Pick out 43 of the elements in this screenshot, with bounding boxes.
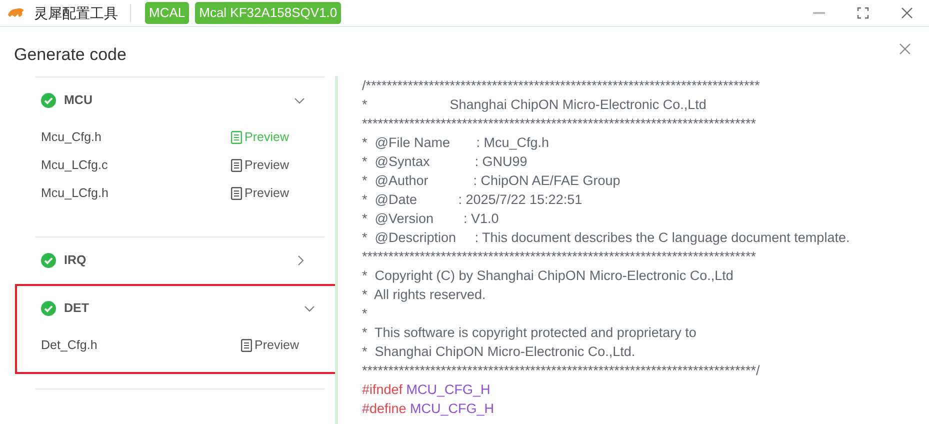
code-line: *************************************************************************** — [362, 114, 758, 132]
dialog-title: Generate code — [14, 44, 126, 66]
code-line: * Shanghai ChipON Micro-Electronic Co.,Ltd — [362, 96, 708, 114]
document-icon — [230, 131, 242, 144]
code-line: * @Syntax : GNU99 — [362, 152, 528, 170]
preview-link[interactable]: Preview — [240, 336, 299, 355]
document-icon — [240, 339, 252, 352]
chevron-down-icon[interactable] — [294, 96, 305, 104]
code-line: *************************************************************************** — [362, 248, 758, 266]
document-icon — [230, 187, 242, 200]
logo-icon — [6, 6, 26, 20]
close-button[interactable] — [899, 42, 911, 55]
code-line: * All rights reserved. — [362, 286, 487, 304]
code-line: * @Version : V1.0 — [362, 210, 500, 228]
code-line: * Shanghai ChipON Micro-Electronic Co.,Ltd. — [362, 342, 636, 360]
chevron-right-icon[interactable] — [297, 255, 305, 266]
code-line: ***************************************************************************/ — [362, 362, 761, 380]
code-line: /*************************************************************************** — [362, 76, 761, 94]
chevron-down-icon[interactable] — [304, 304, 315, 312]
code-line: * @Date : 2025/7/22 15:22:51 — [362, 190, 584, 208]
close-icon[interactable] — [901, 7, 913, 19]
code-line: #ifndef MCU_CFG_H — [362, 380, 492, 398]
code-line: * Copyright (C) by Shanghai ChipON Micro-Electronic Co.,Ltd — [362, 266, 734, 284]
code-line: * @Description : This document describes the C language document template. — [362, 228, 851, 246]
maximize-icon[interactable] — [857, 7, 869, 19]
preview-link[interactable]: Preview — [230, 156, 289, 175]
code-line: * @File Name : Mcu_Cfg.h — [362, 134, 550, 152]
code-line: #define MCU_CFG_H — [362, 400, 496, 418]
tag: Mcal KF32A158SQV1.0 — [195, 2, 342, 24]
module-name: MCU — [64, 92, 92, 110]
app-title: 灵犀配置工具 — [34, 4, 131, 22]
tag: MCAL — [145, 2, 190, 24]
file-name: Mcu_LCfg.h — [41, 185, 108, 202]
code-line: * — [362, 304, 368, 322]
module-name: IRQ — [64, 252, 86, 270]
file-name: Mcu_Cfg.h — [41, 129, 102, 146]
file-name: Mcu_LCfg.c — [41, 157, 108, 174]
module-name: DET — [64, 300, 89, 318]
code-line: * @Author : ChipON AE/FAE Group — [362, 172, 622, 190]
document-icon — [230, 159, 242, 172]
preview-link[interactable]: Preview — [230, 184, 289, 203]
file-name: Det_Cfg.h — [41, 337, 98, 354]
code-line: * This software is copyright protected and proprietary to — [362, 324, 698, 342]
